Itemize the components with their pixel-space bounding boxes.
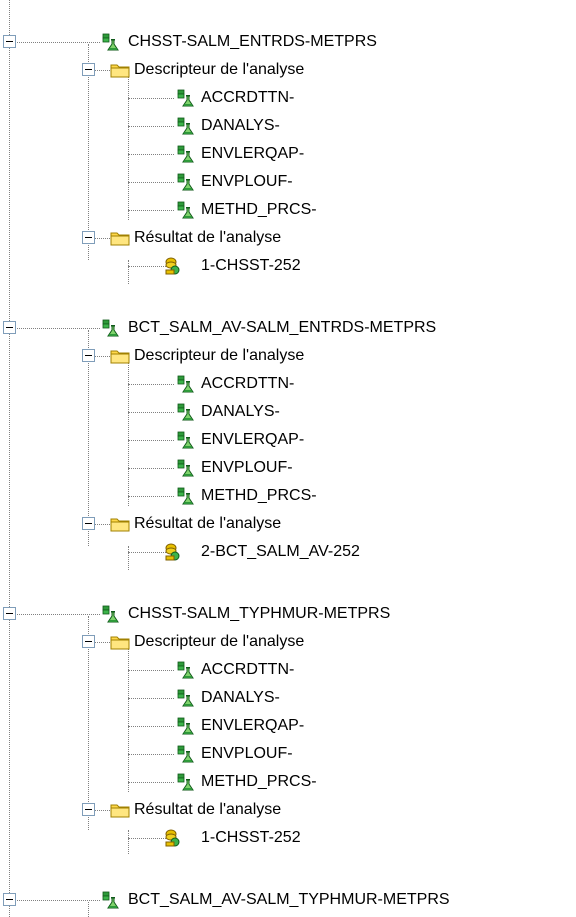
flask-analysis-icon bbox=[175, 486, 195, 506]
tree-node-label: ACCRDTTN- bbox=[201, 375, 295, 392]
tree-node-folder[interactable]: Résultat de l'analyse bbox=[0, 226, 576, 250]
flask-analysis-icon bbox=[175, 144, 195, 164]
tree-node-label: ENVPLOUF- bbox=[201, 173, 293, 190]
collapse-toggle-icon[interactable] bbox=[3, 35, 16, 48]
tree-node-label: DANALYS- bbox=[201, 403, 280, 420]
analysis-tree[interactable]: CHSST-SALM_ENTRDS-METPRS Descripteur de l… bbox=[0, 0, 576, 917]
collapse-toggle-icon[interactable] bbox=[3, 893, 16, 906]
tree-node-label: Résultat de l'analyse bbox=[134, 229, 282, 246]
flask-analysis-icon bbox=[175, 688, 195, 708]
tree-node-descriptor[interactable]: METHD_PRCS- bbox=[0, 484, 576, 508]
tree-node-descriptor[interactable]: DANALYS- bbox=[0, 686, 576, 710]
collapse-toggle-icon[interactable] bbox=[3, 607, 16, 620]
flask-analysis-icon bbox=[100, 318, 120, 338]
result-coins-icon bbox=[162, 828, 182, 848]
result-coins-icon bbox=[162, 542, 182, 562]
tree-node-folder[interactable]: Descripteur de l'analyse bbox=[0, 58, 576, 82]
flask-analysis-icon bbox=[175, 200, 195, 220]
collapse-toggle-icon[interactable] bbox=[82, 63, 95, 76]
tree-node-descriptor[interactable]: ENVLERQAP- bbox=[0, 428, 576, 452]
flask-analysis-icon bbox=[175, 772, 195, 792]
tree-node-label: ACCRDTTN- bbox=[201, 89, 295, 106]
flask-analysis-icon bbox=[100, 890, 120, 910]
tree-node-descriptor[interactable]: DANALYS- bbox=[0, 114, 576, 138]
tree-node-folder[interactable]: Descripteur de l'analyse bbox=[0, 344, 576, 368]
folder-icon bbox=[110, 632, 130, 652]
tree-node-analysis[interactable]: CHSST-SALM_ENTRDS-METPRS bbox=[0, 30, 576, 54]
tree-node-descriptor[interactable]: METHD_PRCS- bbox=[0, 770, 576, 794]
collapse-toggle-icon[interactable] bbox=[82, 803, 95, 816]
tree-node-descriptor[interactable]: ENVPLOUF- bbox=[0, 170, 576, 194]
tree-node-descriptor[interactable]: ENVPLOUF- bbox=[0, 456, 576, 480]
tree-node-label: Résultat de l'analyse bbox=[134, 515, 282, 532]
tree-node-label: Descripteur de l'analyse bbox=[134, 347, 305, 364]
folder-icon bbox=[110, 60, 130, 80]
tree-node-label: 1-CHSST-252 bbox=[201, 829, 301, 846]
result-coins-icon bbox=[162, 256, 182, 276]
tree-node-label: METHD_PRCS- bbox=[201, 201, 317, 218]
tree-node-result[interactable]: 1-CHSST-252 bbox=[0, 254, 576, 278]
tree-node-label: BCT_SALM_AV-SALM_TYPHMUR-METPRS bbox=[128, 891, 450, 908]
tree-node-descriptor[interactable]: ENVPLOUF- bbox=[0, 742, 576, 766]
flask-analysis-icon bbox=[175, 374, 195, 394]
tree-node-analysis[interactable]: BCT_SALM_AV-SALM_ENTRDS-METPRS bbox=[0, 316, 576, 340]
tree-node-descriptor[interactable]: ACCRDTTN- bbox=[0, 372, 576, 396]
tree-node-result[interactable]: 1-CHSST-252 bbox=[0, 826, 576, 850]
collapse-toggle-icon[interactable] bbox=[3, 321, 16, 334]
tree-node-label: CHSST-SALM_TYPHMUR-METPRS bbox=[128, 605, 391, 622]
tree-node-folder[interactable]: Descripteur de l'analyse bbox=[0, 630, 576, 654]
tree-node-analysis[interactable]: BCT_SALM_AV-SALM_TYPHMUR-METPRS bbox=[0, 888, 576, 912]
flask-analysis-icon bbox=[175, 88, 195, 108]
tree-node-label: BCT_SALM_AV-SALM_ENTRDS-METPRS bbox=[128, 319, 437, 336]
tree-node-label: 1-CHSST-252 bbox=[201, 257, 301, 274]
tree-node-label: ENVPLOUF- bbox=[201, 459, 293, 476]
tree-node-descriptor[interactable]: METHD_PRCS- bbox=[0, 198, 576, 222]
flask-analysis-icon bbox=[175, 716, 195, 736]
tree-node-label: ENVLERQAP- bbox=[201, 717, 305, 734]
tree-node-label: CHSST-SALM_ENTRDS-METPRS bbox=[128, 33, 377, 50]
collapse-toggle-icon[interactable] bbox=[82, 635, 95, 648]
tree-node-label: METHD_PRCS- bbox=[201, 773, 317, 790]
tree-node-label: DANALYS- bbox=[201, 117, 280, 134]
flask-analysis-icon bbox=[175, 402, 195, 422]
tree-node-descriptor[interactable]: ENVLERQAP- bbox=[0, 714, 576, 738]
tree-node-label: Descripteur de l'analyse bbox=[134, 633, 305, 650]
tree-node-label: Résultat de l'analyse bbox=[134, 801, 282, 818]
flask-analysis-icon bbox=[175, 430, 195, 450]
tree-node-label: 2-BCT_SALM_AV-252 bbox=[201, 543, 360, 560]
tree-node-label: Descripteur de l'analyse bbox=[134, 61, 305, 78]
tree-node-folder[interactable]: Résultat de l'analyse bbox=[0, 798, 576, 822]
folder-icon bbox=[110, 228, 130, 248]
flask-analysis-icon bbox=[100, 604, 120, 624]
tree-node-descriptor[interactable]: ACCRDTTN- bbox=[0, 86, 576, 110]
collapse-toggle-icon[interactable] bbox=[82, 517, 95, 530]
folder-icon bbox=[110, 800, 130, 820]
flask-analysis-icon bbox=[100, 32, 120, 52]
tree-node-label: METHD_PRCS- bbox=[201, 487, 317, 504]
folder-icon bbox=[110, 514, 130, 534]
tree-node-label: ENVLERQAP- bbox=[201, 431, 305, 448]
tree-node-label: DANALYS- bbox=[201, 689, 280, 706]
tree-node-label: ENVLERQAP- bbox=[201, 145, 305, 162]
tree-node-label: ENVPLOUF- bbox=[201, 745, 293, 762]
flask-analysis-icon bbox=[175, 116, 195, 136]
flask-analysis-icon bbox=[175, 172, 195, 192]
collapse-toggle-icon[interactable] bbox=[82, 231, 95, 244]
collapse-toggle-icon[interactable] bbox=[82, 349, 95, 362]
tree-node-result[interactable]: 2-BCT_SALM_AV-252 bbox=[0, 540, 576, 564]
tree-node-analysis[interactable]: CHSST-SALM_TYPHMUR-METPRS bbox=[0, 602, 576, 626]
folder-icon bbox=[110, 346, 130, 366]
tree-node-descriptor[interactable]: ENVLERQAP- bbox=[0, 142, 576, 166]
tree-node-label: ACCRDTTN- bbox=[201, 661, 295, 678]
flask-analysis-icon bbox=[175, 744, 195, 764]
flask-analysis-icon bbox=[175, 660, 195, 680]
tree-node-descriptor[interactable]: DANALYS- bbox=[0, 400, 576, 424]
tree-node-descriptor[interactable]: ACCRDTTN- bbox=[0, 658, 576, 682]
tree-node-folder[interactable]: Résultat de l'analyse bbox=[0, 512, 576, 536]
flask-analysis-icon bbox=[175, 458, 195, 478]
